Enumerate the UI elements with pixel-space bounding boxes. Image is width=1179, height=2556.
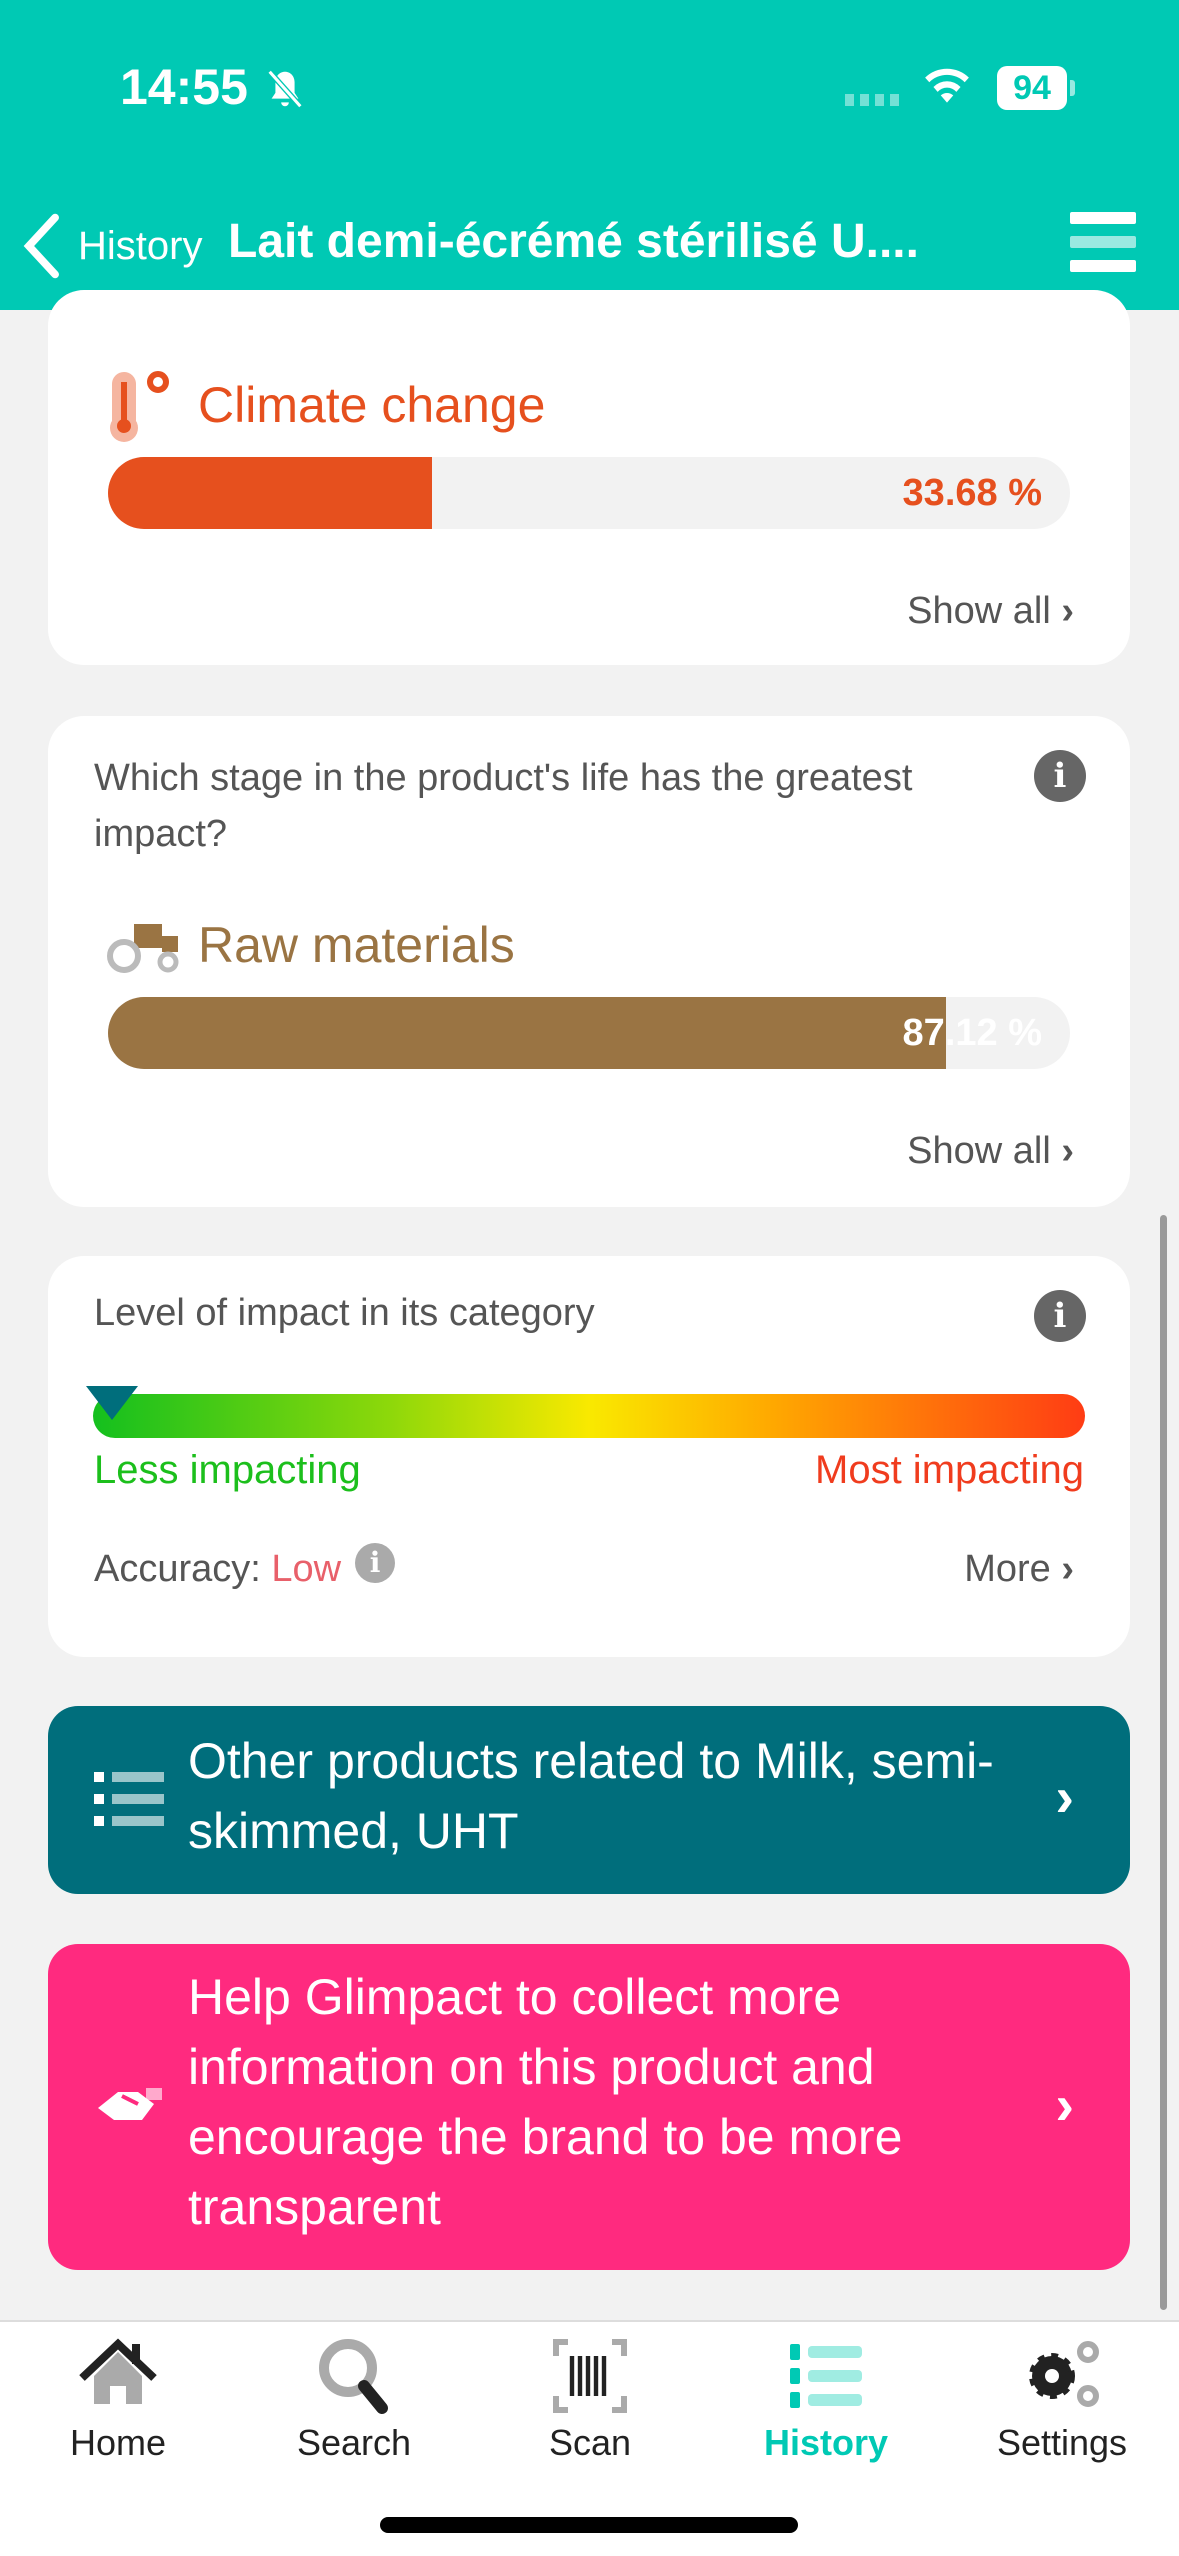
help-glimpact-label: Help Glimpact to collect more informatio… — [188, 1969, 903, 2235]
stage-question: Which stage in the product's life has th… — [94, 757, 913, 855]
back-button[interactable]: History — [20, 206, 202, 286]
climate-progress-fill — [108, 457, 432, 529]
home-icon — [79, 2338, 157, 2404]
search-icon — [319, 2339, 388, 2414]
climate-title: Climate change — [198, 377, 546, 433]
chevron-right-icon: › — [1061, 1130, 1074, 1172]
stage-progress-bar: 87.12 % — [108, 997, 1070, 1069]
list-icon — [790, 2344, 862, 2408]
help-glimpact-button[interactable]: Help Glimpact to collect more informatio… — [48, 1944, 1130, 2270]
stage-title: Raw materials — [198, 917, 515, 973]
info-icon[interactable]: i — [355, 1542, 396, 1583]
climate-percent: 33.68 % — [902, 472, 1042, 514]
tab-label: History — [763, 2422, 889, 2463]
chevron-right-icon: › — [1055, 1765, 1074, 1828]
tab-label: Settings — [996, 2422, 1128, 2463]
accuracy-label: Accuracy: — [94, 1548, 261, 1590]
more-link[interactable]: More › — [964, 1548, 1074, 1591]
climate-progress-bar: 33.68 % — [108, 457, 1070, 529]
stage-percent: 87.12 % — [902, 1012, 1042, 1054]
stage-show-all-link[interactable]: Show all › — [907, 1130, 1074, 1173]
list-icon — [94, 1772, 164, 1826]
tab-label: Search — [296, 2422, 412, 2463]
battery-tip — [1070, 80, 1075, 96]
handshake-icon — [98, 2088, 162, 2120]
info-icon[interactable]: i — [1034, 750, 1086, 802]
status-time: 14:55 — [120, 59, 248, 115]
related-products-button[interactable]: Other products related to Milk, semi-ski… — [48, 1706, 1130, 1894]
chevron-right-icon: › — [1061, 1548, 1074, 1590]
wifi-icon — [925, 68, 969, 103]
tab-label: Scan — [548, 2422, 632, 2463]
most-impacting-label: Most impacting — [815, 1448, 1084, 1492]
level-title: Level of impact in its category — [94, 1292, 595, 1334]
header: 14:55 94 History Lait demi-écrémé stéril… — [0, 0, 1179, 310]
tractor-icon — [107, 924, 179, 973]
page-title: Lait demi-écrémé stérilisé U.... — [228, 215, 919, 268]
back-label: History — [78, 223, 203, 268]
chevron-right-icon: › — [1061, 590, 1074, 632]
stage-progress-fill — [108, 997, 947, 1069]
battery-icon: 94 — [997, 66, 1067, 110]
thermometer-icon — [110, 371, 169, 442]
chevron-left-icon — [23, 213, 59, 279]
show-all-label: Show all — [907, 1130, 1051, 1172]
show-all-label: Show all — [907, 590, 1051, 632]
cellular-icon — [845, 94, 901, 106]
stage-card: Which stage in the product's life has th… — [48, 716, 1130, 1207]
impact-scale-bar — [93, 1394, 1085, 1438]
home-indicator — [380, 2517, 798, 2533]
chevron-right-icon: › — [1055, 2073, 1074, 2136]
climate-show-all-link[interactable]: Show all › — [907, 590, 1074, 633]
less-impacting-label: Less impacting — [94, 1448, 361, 1492]
level-card: Level of impact in its category i Less i… — [48, 1256, 1130, 1657]
climate-card: Climate change 33.68 % Show all › — [48, 290, 1130, 665]
scrollbar[interactable] — [1160, 1215, 1167, 2310]
bell-slash-icon — [267, 69, 303, 109]
info-icon[interactable]: i — [1034, 1290, 1086, 1342]
more-label: More — [964, 1548, 1051, 1590]
related-products-label: Other products related to Milk, semi-ski… — [188, 1733, 994, 1859]
barcode-icon — [553, 2339, 627, 2413]
gears-icon — [1029, 2341, 1099, 2407]
impact-marker — [86, 1386, 138, 1420]
accuracy: Accuracy: Low i — [94, 1542, 396, 1591]
accuracy-value: Low — [271, 1548, 342, 1590]
tab-label: Home — [69, 2422, 167, 2463]
menu-button[interactable] — [1070, 212, 1136, 272]
